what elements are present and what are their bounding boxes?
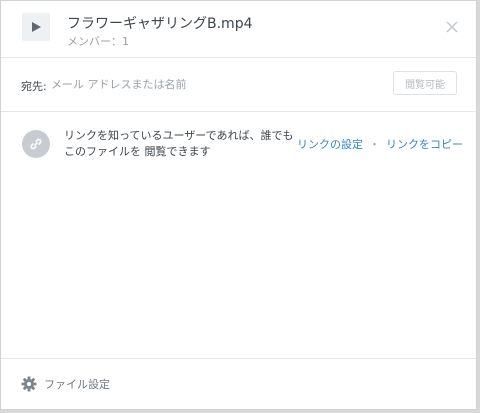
file-settings-label: ファイル設定 bbox=[44, 378, 110, 391]
recipient-row: 宛先: 閲覧可能 bbox=[1, 57, 476, 112]
link-actions-separator: ・ bbox=[369, 138, 380, 151]
file-settings-button[interactable]: ファイル設定 bbox=[21, 375, 110, 393]
link-actions: リンクの設定・リンクをコピー bbox=[297, 136, 463, 152]
play-icon bbox=[32, 22, 41, 32]
file-name: フラワーギャザリングB.mp4 bbox=[67, 16, 253, 32]
recipient-input[interactable] bbox=[51, 75, 351, 93]
recipient-label: 宛先: bbox=[21, 80, 47, 93]
copy-link-link[interactable]: リンクをコピー bbox=[386, 138, 463, 151]
close-icon bbox=[446, 21, 458, 33]
link-settings-link[interactable]: リンクの設定 bbox=[297, 138, 363, 151]
share-dialog: フラワーギャザリングB.mp4 メンバー：1 宛先: 閲覧可能 リンクを知ってい… bbox=[0, 0, 477, 410]
gear-icon bbox=[21, 376, 37, 392]
dialog-header: フラワーギャザリングB.mp4 メンバー：1 bbox=[1, 1, 476, 58]
file-thumbnail bbox=[22, 13, 50, 41]
close-button[interactable] bbox=[445, 19, 459, 33]
link-access-description: リンクを知っているユーザーであれば、誰でもこのファイルを 閲覧できます bbox=[64, 129, 294, 158]
dialog-footer: ファイル設定 bbox=[1, 358, 476, 409]
link-icon bbox=[30, 138, 42, 150]
permission-button[interactable]: 閲覧可能 bbox=[393, 71, 457, 95]
member-count: メンバー：1 bbox=[67, 35, 129, 48]
link-avatar bbox=[22, 130, 50, 158]
